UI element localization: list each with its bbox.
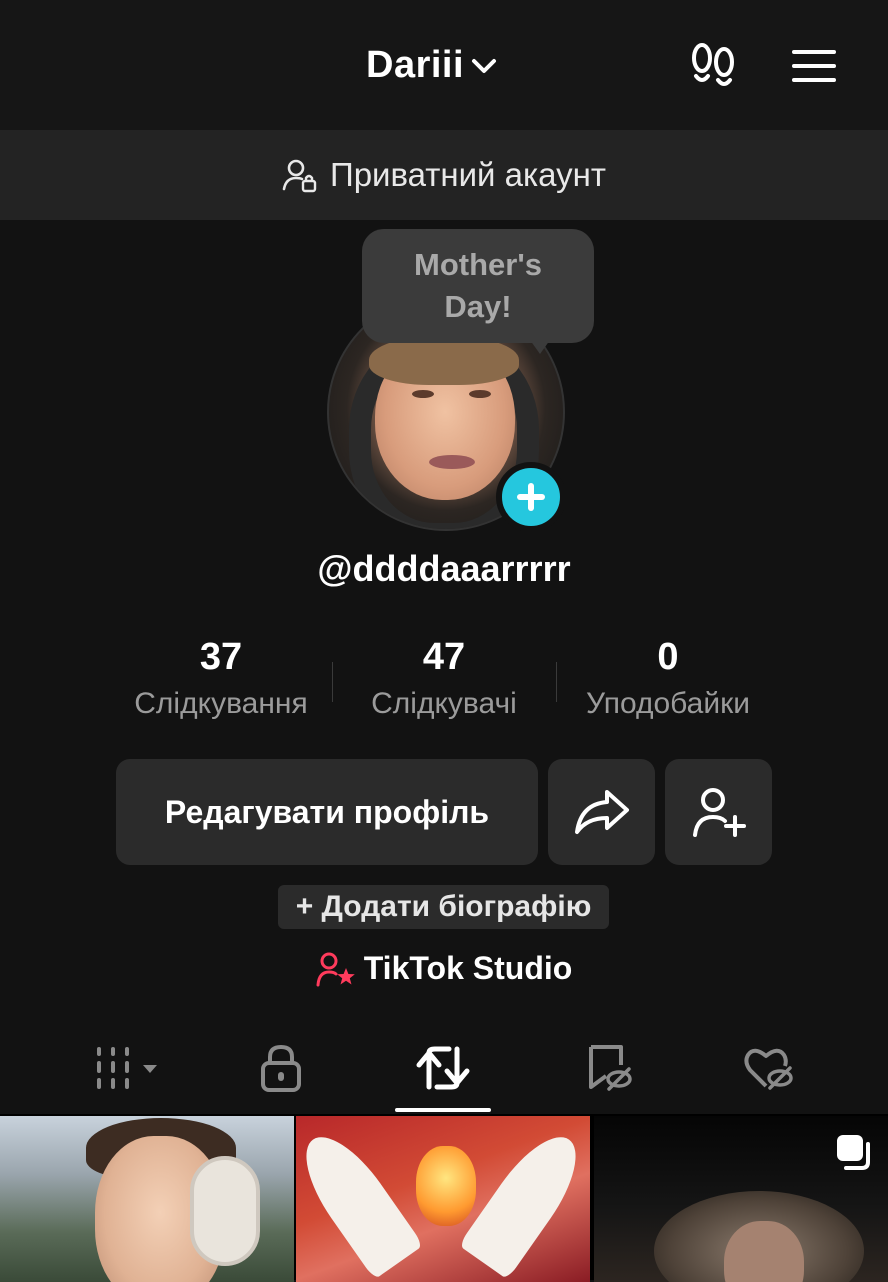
grid-icon xyxy=(97,1047,157,1089)
hamburger-menu-icon[interactable] xyxy=(790,46,838,86)
tiktok-studio-label: TikTok Studio xyxy=(363,950,573,986)
share-profile-button[interactable] xyxy=(548,759,655,865)
chevron-down-icon xyxy=(472,58,497,73)
stat-following-label: Слідкування xyxy=(134,687,308,720)
share-icon xyxy=(574,790,629,834)
bookmark-hidden-icon xyxy=(589,1045,632,1091)
video-grid xyxy=(0,1114,888,1282)
profile-note-text: Mother's Day! xyxy=(414,247,542,324)
add-friend-button[interactable] xyxy=(665,759,772,865)
footsteps-icon[interactable] xyxy=(688,40,738,92)
profile-stats: 37 Слідкування 47 Слідкувачі 0 Уподобайк… xyxy=(110,636,780,736)
tab-reposts[interactable] xyxy=(383,1030,503,1106)
private-account-banner: Приватний акаунт xyxy=(0,130,888,220)
stat-following[interactable]: 37 Слідкування xyxy=(110,636,332,721)
plus-icon xyxy=(517,483,545,511)
edit-profile-label: Редагувати профіль xyxy=(164,793,490,830)
video-thumbnail[interactable] xyxy=(0,1116,294,1282)
stat-following-value: 37 xyxy=(199,636,243,678)
account-switcher[interactable]: Dariii xyxy=(366,44,498,87)
profile-note-bubble[interactable]: Mother's Day! xyxy=(362,229,594,343)
user-lock-icon xyxy=(282,159,317,193)
stat-likes[interactable]: 0 Уподобайки xyxy=(557,636,779,721)
active-tab-indicator xyxy=(395,1108,491,1112)
add-bio-label: + Додати біографію xyxy=(295,890,592,923)
add-bio-button[interactable]: + Додати біографію xyxy=(278,885,609,929)
profile-tabs xyxy=(0,1030,888,1114)
stat-followers-label: Слідкувачі xyxy=(371,687,517,720)
stat-likes-label: Уподобайки xyxy=(586,687,750,720)
private-account-label: Приватний акаунт xyxy=(329,156,606,193)
add-user-icon xyxy=(692,788,746,837)
tab-liked[interactable] xyxy=(709,1030,829,1106)
tab-private[interactable] xyxy=(221,1030,341,1106)
user-star-icon xyxy=(316,952,355,986)
tab-videos[interactable] xyxy=(68,1030,188,1106)
video-thumbnail[interactable] xyxy=(296,1116,590,1282)
bubble-tail xyxy=(530,340,550,354)
edit-profile-button[interactable]: Редагувати профіль xyxy=(116,759,538,865)
lock-icon xyxy=(261,1044,301,1092)
add-story-button[interactable] xyxy=(496,462,566,532)
stat-likes-value: 0 xyxy=(657,636,679,678)
tab-favorites[interactable] xyxy=(548,1030,668,1106)
stat-followers-value: 47 xyxy=(422,636,466,678)
multi-photo-icon xyxy=(837,1135,870,1170)
username: @ddddaaarrrrr xyxy=(317,548,571,589)
tiktok-studio-link[interactable]: TikTok Studio xyxy=(0,950,888,987)
heart-hidden-icon xyxy=(744,1048,793,1090)
account-title: Dariii xyxy=(366,44,465,86)
stat-followers[interactable]: 47 Слідкувачі xyxy=(333,636,555,721)
repost-icon xyxy=(416,1046,470,1090)
